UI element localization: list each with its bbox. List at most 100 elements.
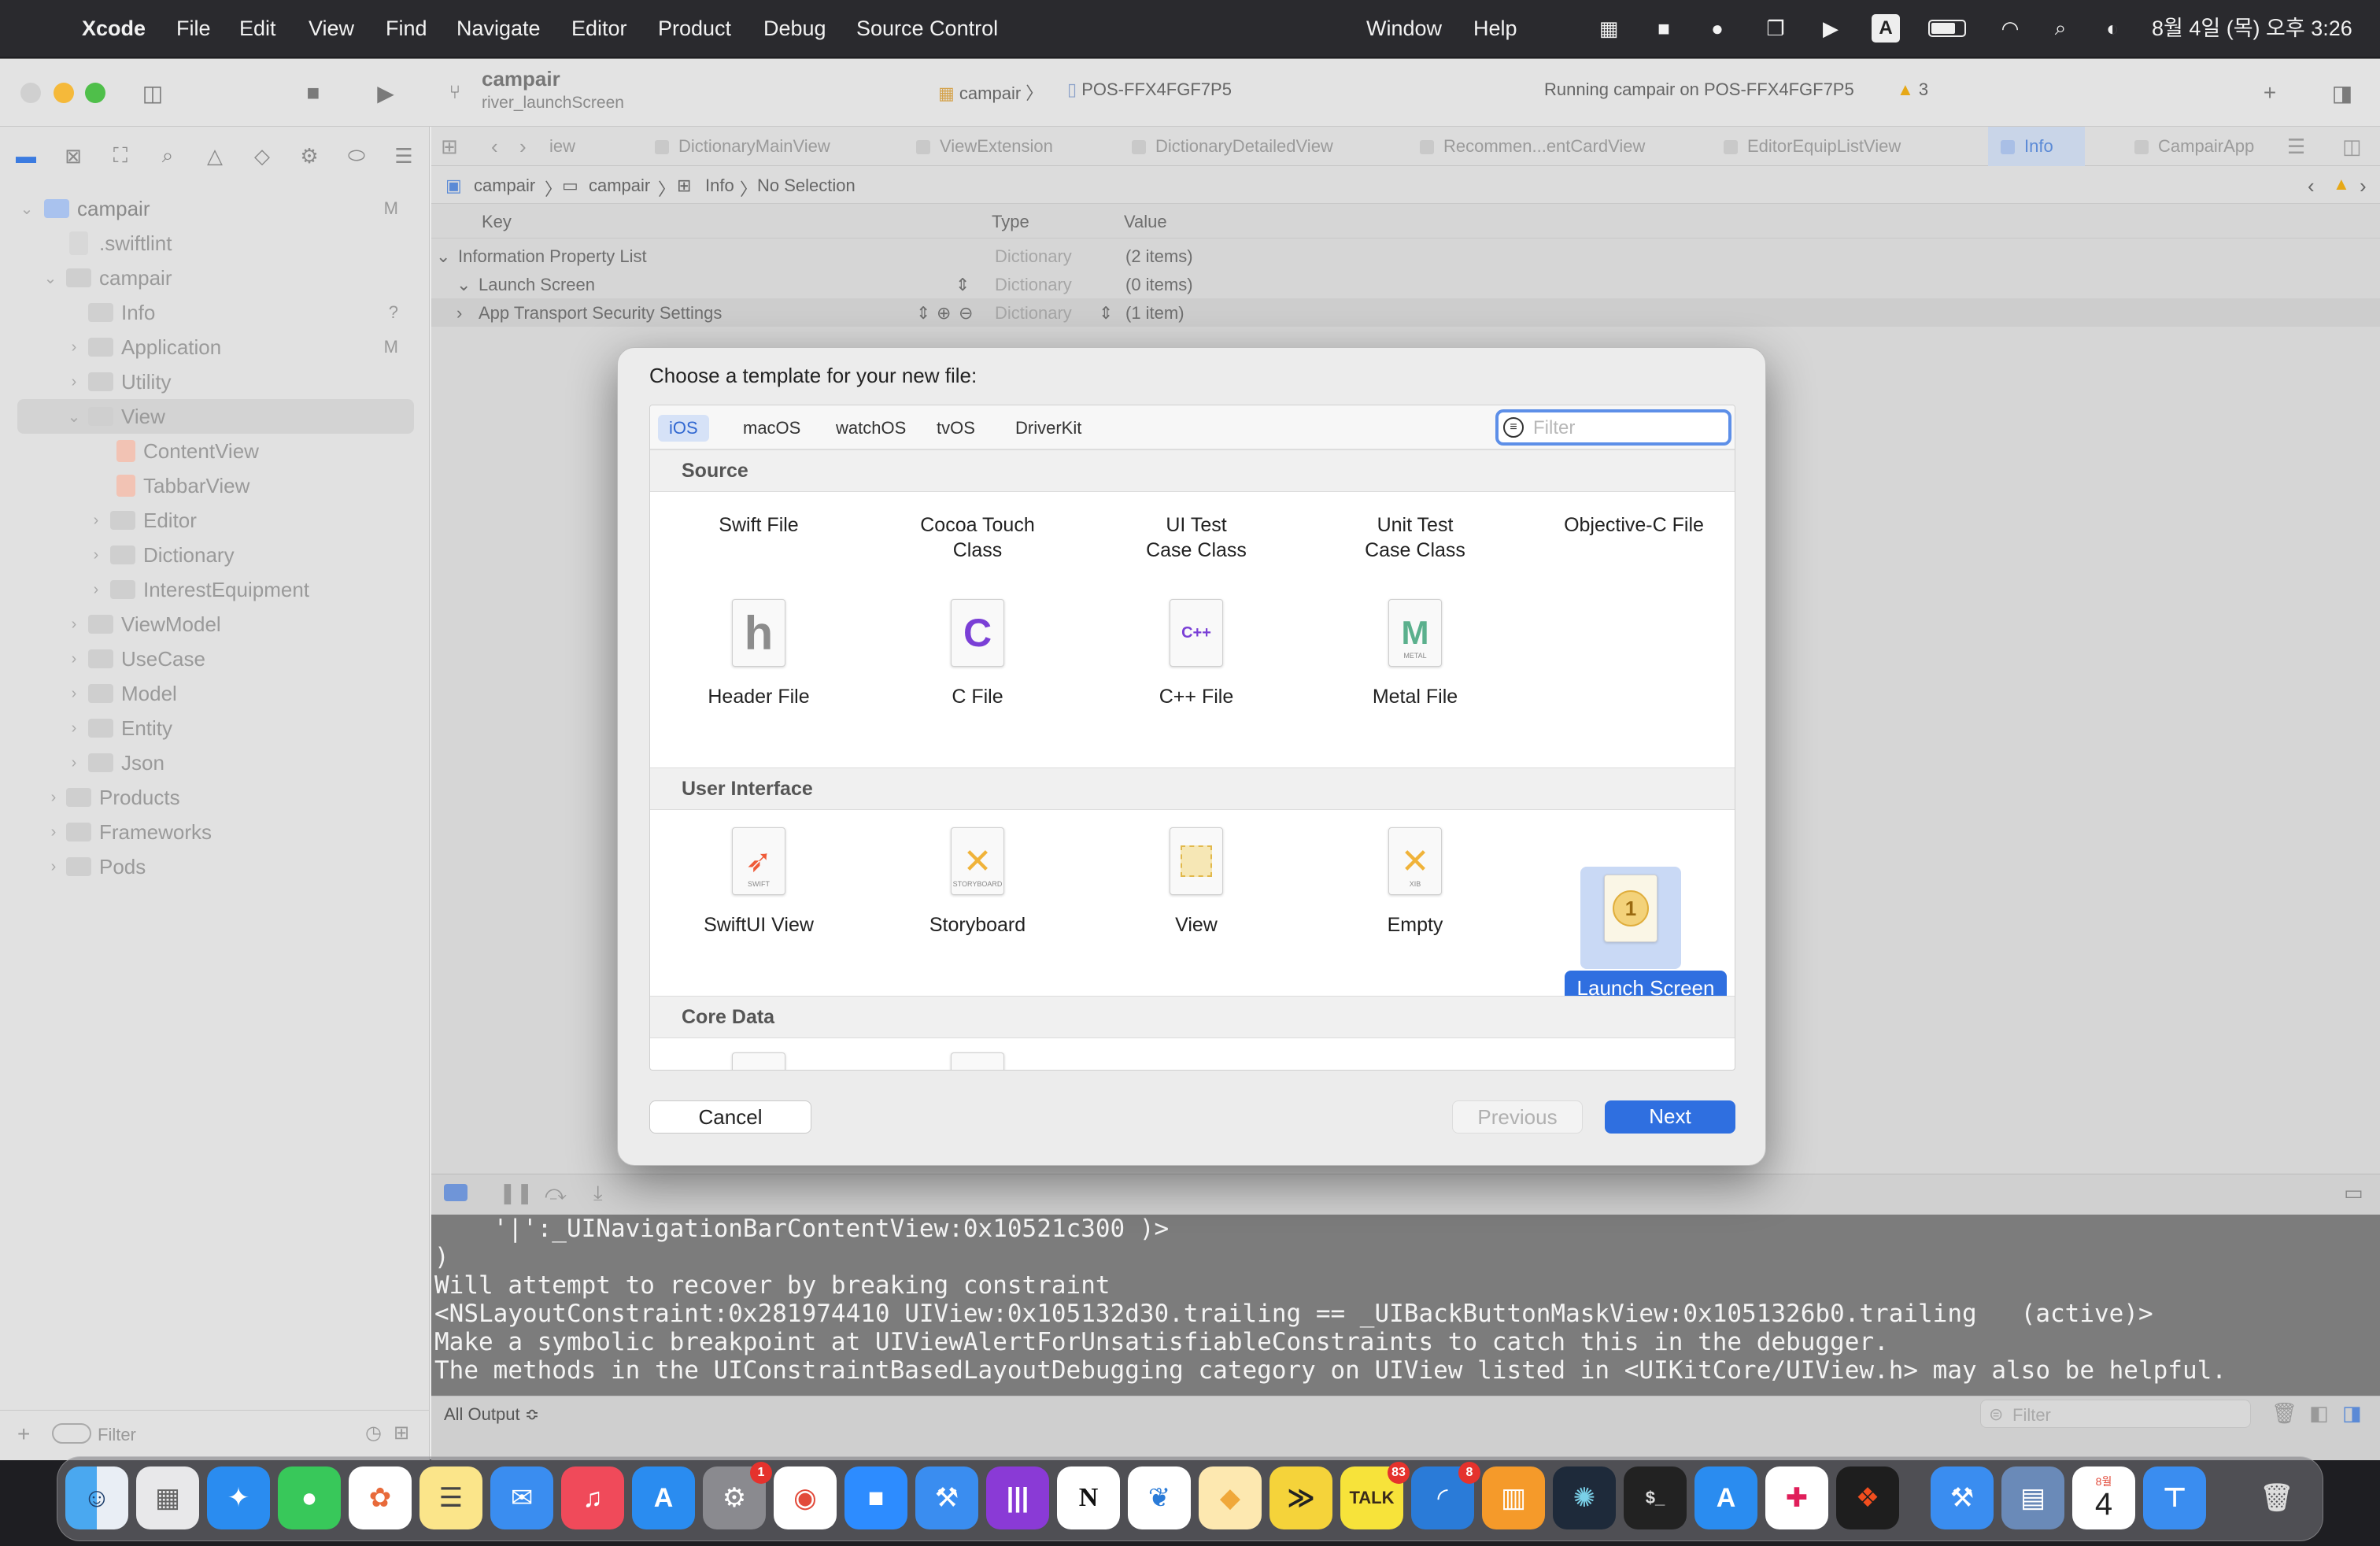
view-icon[interactable] [1170,827,1223,895]
console-filter-field[interactable]: ⊜ Filter [1980,1400,2251,1428]
trash-icon[interactable]: 🗑 [2271,1401,2297,1426]
tree-item[interactable]: › UseCase [0,642,430,676]
zoom-app-icon[interactable]: ■ [844,1466,907,1529]
tree-item-selected[interactable]: ⌄ View [17,399,414,434]
metal-file-icon[interactable]: M METAL [1388,599,1442,667]
chevron-right-icon[interactable]: › [88,581,104,599]
table-row[interactable]: ⌄ Launch Screen ⇕ Dictionary (0 items) [431,270,2380,298]
chevron-down-icon[interactable]: ⌄ [19,199,35,219]
tree-item[interactable]: .swiftlint [0,226,430,261]
forward-icon[interactable]: › [2360,174,2367,198]
calendar-icon[interactable]: 8월 4 [2072,1466,2135,1529]
column-header-value[interactable]: Value [1124,212,1167,232]
screenshot-folder-icon[interactable]: ▤ [2001,1466,2064,1529]
menu-view[interactable]: View [309,0,354,57]
chevron-down-icon[interactable]: ⌄ [66,407,82,427]
finder-icon[interactable]: ☺ [65,1466,128,1529]
sketch-icon[interactable]: ◆ [1199,1466,1262,1529]
menu-navigate[interactable]: Navigate [456,0,541,57]
column-header-key[interactable]: Key [482,212,512,232]
editor-options-icon[interactable]: ☰ [2287,127,2305,166]
symbol-icon[interactable]: ⛶ [107,143,134,168]
figma-icon[interactable]: ❖ [1836,1466,1899,1529]
menu-source-control[interactable]: Source Control [856,0,998,57]
tree-item[interactable]: › ViewModel [0,607,430,642]
photos-icon[interactable]: ✿ [349,1466,412,1529]
tab-ios[interactable]: iOS [658,415,709,442]
template-header-file[interactable]: Header File [680,684,837,709]
breadcrumb-item[interactable]: campair [474,176,535,196]
step-into-icon[interactable]: ⤓ [593,1181,603,1206]
clock[interactable]: 8월 4일 (목) 오후 3:26 [2152,0,2352,57]
chat-icon[interactable]: ● [1703,14,1731,43]
tree-item[interactable]: Info? [0,295,430,330]
window-tiling-icon[interactable]: ▦ [1595,14,1623,43]
console-output[interactable]: '|':_UINavigationBarContentView:0x10521c… [431,1215,2380,1396]
folder-icon[interactable]: ▬ [13,144,39,168]
table-row[interactable]: › App Transport Security Settings ⇕ ⊕ ⊖ … [431,298,2380,327]
add-icon[interactable]: + [2256,80,2284,106]
chevron-right-icon[interactable]: › [66,616,82,634]
reader-icon[interactable]: ◜ 8 [1411,1462,1480,1529]
template-swift-file[interactable]: Swift File [680,512,837,538]
tab-driverkit[interactable]: DriverKit [1004,415,1092,442]
messages-icon[interactable]: ● [278,1466,341,1529]
menu-app-name[interactable]: Xcode [82,0,146,57]
slack-icon[interactable]: ✚ [1765,1466,1828,1529]
xcode-icon[interactable]: ⚒ [915,1466,978,1529]
find-icon[interactable]: ⌕ [154,143,181,168]
tab-recommend-card-view[interactable]: Recommen...entCardView [1420,127,1645,166]
tree-item[interactable]: ⌄ campair M [0,191,430,226]
chevron-right-icon[interactable]: › [66,338,82,357]
stepper-icon[interactable]: ⇕ [1099,303,1113,324]
transporter-icon[interactable]: A [1694,1466,1757,1529]
core-data-template-icon[interactable] [951,1052,1004,1070]
books-icon[interactable]: ▥ [1482,1466,1545,1529]
split-right-icon[interactable]: ◨ [2342,1401,2362,1426]
breakpoints-toggle-icon[interactable] [444,1184,468,1201]
miro-icon[interactable]: ≫ [1269,1466,1332,1529]
template-storyboard[interactable]: Storyboard [899,912,1056,938]
chevron-right-icon[interactable]: › [88,512,104,530]
cancel-button[interactable]: Cancel [649,1100,811,1134]
tree-item[interactable]: › InterestEquipment [0,572,430,607]
tab-campair-app[interactable]: CampairApp [2134,127,2254,166]
chevron-down-icon[interactable]: ⌄ [436,246,450,267]
tree-item[interactable]: › Application M [0,330,430,364]
back-icon[interactable]: ‹ [2308,174,2315,198]
app-store-icon[interactable]: A [632,1466,695,1529]
safari-icon[interactable]: ✦ [207,1466,270,1529]
battery-icon[interactable] [1925,14,1969,43]
chevron-right-icon[interactable]: › [66,685,82,703]
podcast-icon[interactable]: ||| [986,1466,1049,1529]
screens-icon[interactable]: ❐ [1761,14,1790,43]
zoom-window-button[interactable] [85,83,105,103]
tab-editor-equip-list-view[interactable]: EditorEquipListView [1724,127,1901,166]
chevron-right-icon[interactable]: › [46,858,61,876]
tab-tvos[interactable]: tvOS [926,415,986,442]
tree-item[interactable]: ⌄ campair [0,261,430,295]
tree-item[interactable]: › Model [0,676,430,711]
chrome-icon[interactable]: ◉ [774,1466,837,1529]
tree-item[interactable]: › Editor [0,503,430,538]
chevron-right-icon[interactable]: › [66,650,82,668]
tree-item[interactable]: › Dictionary [0,538,430,572]
template-metal-file[interactable]: Metal File [1336,684,1494,709]
filter-options-icon[interactable] [52,1423,91,1444]
source-control-icon[interactable]: ⊠ [60,144,87,168]
control-center-icon[interactable]: ◐ [2098,14,2127,43]
system-settings-icon[interactable]: ⚙ 1 [703,1462,772,1529]
step-over-icon[interactable]: ⤼ [545,1181,567,1206]
add-editor-icon[interactable]: ◫ [2342,127,2362,166]
warning-icon[interactable]: ▲ [2333,174,2350,194]
hide-debug-area-icon[interactable]: ▭ [2344,1181,2363,1205]
test-icon[interactable]: ◇ [249,144,275,168]
tree-item[interactable]: › Frameworks [0,815,430,849]
tab-view-extension[interactable]: ViewExtension [916,127,1053,166]
template-filter-input[interactable]: ≡ Filter [1495,409,1731,446]
template-empty[interactable]: Empty [1336,912,1494,938]
storyboard-icon[interactable]: ✕ STORYBOARD [951,827,1004,895]
launch-screen-icon[interactable]: 1 [1604,875,1658,942]
tab-view[interactable]: iew [549,127,575,166]
stop-icon[interactable]: ■ [299,80,327,106]
